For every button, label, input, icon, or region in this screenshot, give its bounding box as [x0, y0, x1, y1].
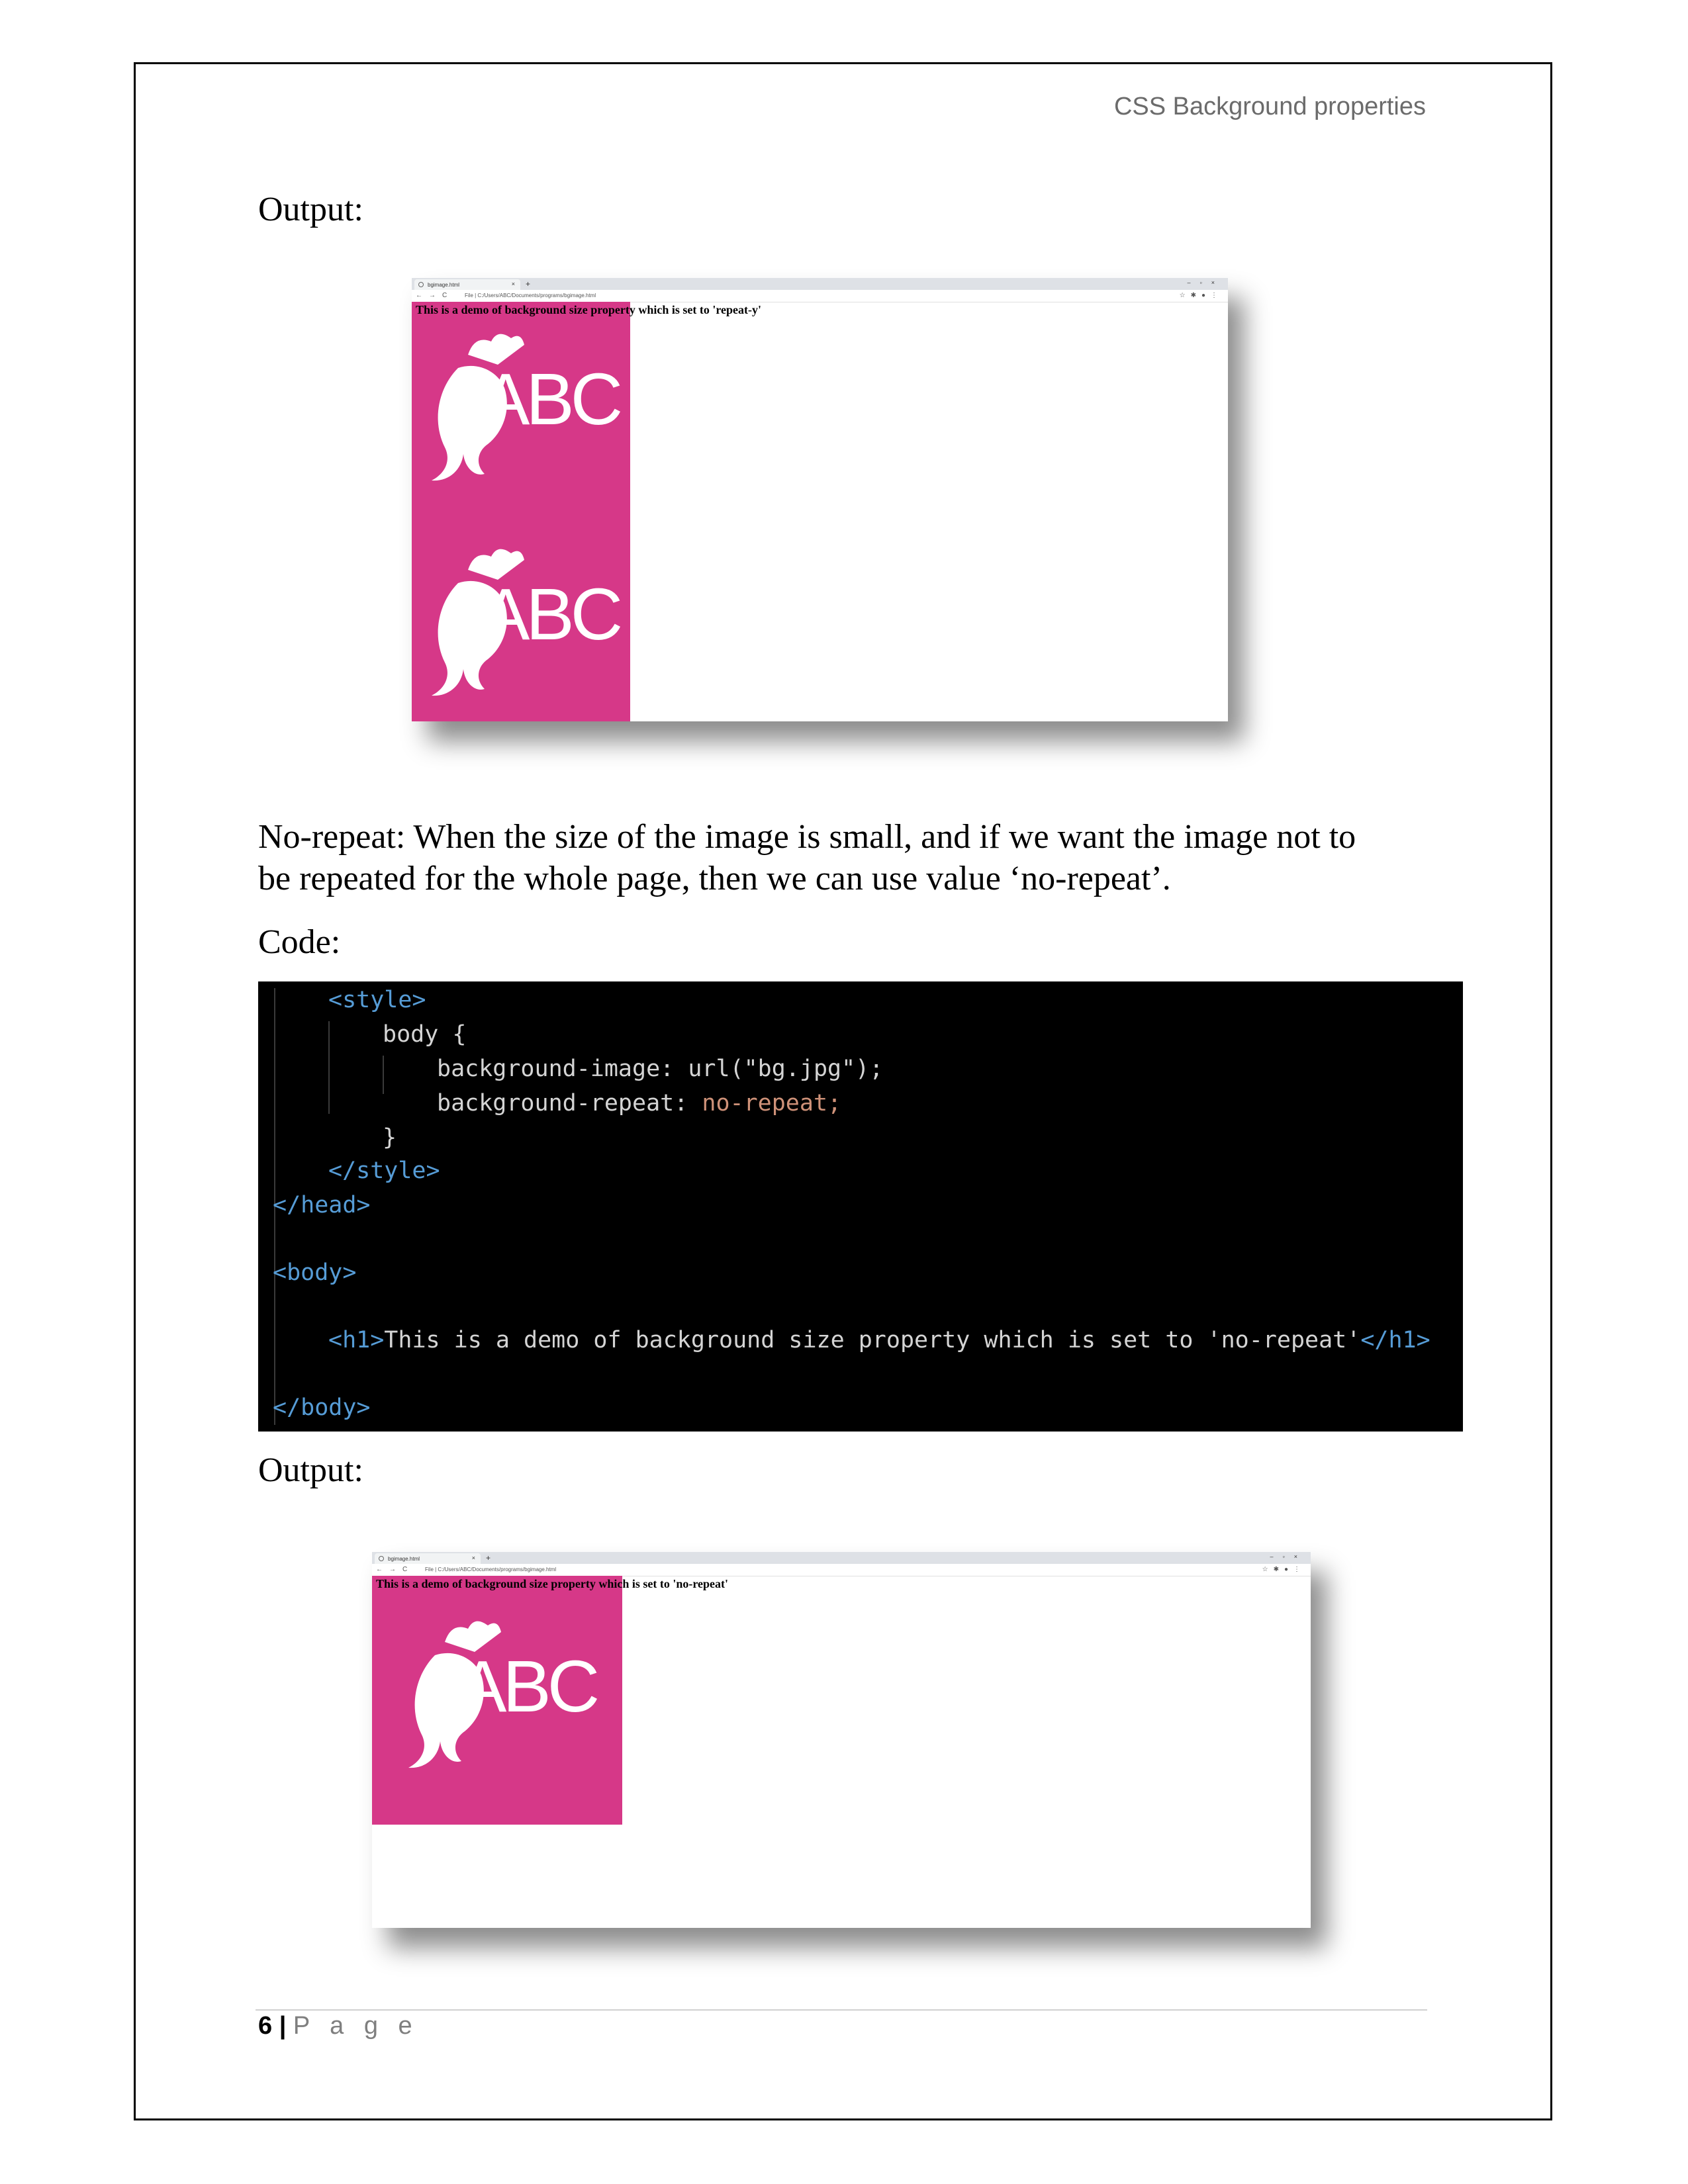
browser-content: ABC ABC This is a demo of background siz… — [412, 302, 1228, 721]
address-url: File | C:/Users/ABC/Documents/programs/b… — [465, 293, 596, 298]
plus-icon: + — [486, 1553, 491, 1563]
footer-separator: | — [279, 2012, 287, 2040]
address-bar: ←→C File | C:/Users/ABC/Documents/progra… — [372, 1564, 1311, 1576]
globe-icon — [418, 282, 424, 287]
svg-text:ABC: ABC — [481, 574, 621, 655]
repeated-background-image: ABC ABC — [412, 302, 630, 721]
browser-tab-bar: bgimage.html × + –▫× — [412, 278, 1228, 290]
browser-tab: bgimage.html × — [375, 1553, 481, 1564]
globe-icon — [379, 1556, 384, 1561]
code-line: } — [383, 1124, 397, 1151]
no-repeat-paragraph-line-2: be repeated for the whole page, then we … — [258, 860, 1171, 897]
toolbar-icons: ☆✱●⋮ — [1179, 292, 1223, 299]
code-line: <style> — [328, 987, 426, 1013]
demo-heading: This is a demo of background size proper… — [416, 303, 762, 316]
tab-title: bgimage.html — [388, 1555, 420, 1562]
code-line: </style> — [328, 1158, 440, 1184]
code-line: </body> — [273, 1394, 371, 1421]
tab-title: bgimage.html — [428, 281, 460, 288]
output-label-1: Output: — [258, 191, 363, 228]
close-icon: × — [471, 1555, 475, 1561]
demo-heading: This is a demo of background size proper… — [376, 1577, 729, 1590]
window-controls-icon: –▫× — [1270, 1553, 1307, 1560]
indent-guide — [383, 1056, 384, 1094]
elephant-logo-icon: ABC — [432, 334, 625, 481]
plus-icon: + — [526, 279, 531, 289]
page-footer: 6 | P a g e — [258, 2012, 419, 2040]
code-line: <body> — [273, 1259, 357, 1286]
elephant-logo-icon: ABC — [408, 1621, 602, 1768]
code-line: body { — [383, 1021, 467, 1048]
address-url: File | C:/Users/ABC/Documents/programs/b… — [425, 1567, 557, 1572]
output-label-2: Output: — [258, 1451, 363, 1489]
indent-guide — [328, 1021, 330, 1114]
browser-tab: bgimage.html × — [414, 279, 520, 290]
svg-text:ABC: ABC — [481, 359, 621, 440]
code-line: </head> — [273, 1192, 371, 1218]
svg-text:ABC: ABC — [458, 1646, 598, 1727]
code-line: <h1>This is a demo of background size pr… — [328, 1327, 1430, 1353]
code-block: <style> body { background-image: url("bg… — [258, 981, 1463, 1432]
browser-content: ABC This is a demo of background size pr… — [372, 1576, 1311, 1928]
nav-arrows-icon: ←→C — [416, 292, 454, 299]
close-icon: × — [511, 281, 515, 287]
window-controls-icon: –▫× — [1187, 279, 1224, 286]
elephant-logo-icon: ABC — [432, 549, 625, 696]
no-repeat-paragraph-line-1: No-repeat: When the size of the image is… — [258, 818, 1356, 856]
browser-screenshot-repeat-y: bgimage.html × + –▫× ←→C File | C:/Users… — [412, 278, 1228, 721]
browser-screenshot-no-repeat: bgimage.html × + –▫× ←→C File | C:/Users… — [372, 1552, 1311, 1928]
browser-tab-bar: bgimage.html × + –▫× — [372, 1552, 1311, 1564]
code-line: background-repeat: no-repeat; — [437, 1090, 842, 1116]
code-line: background-image: url("bg.jpg"); — [437, 1056, 884, 1082]
page-number: 6 — [258, 2012, 273, 2040]
single-background-image: ABC — [372, 1576, 622, 1825]
page-header-title: CSS Background properties — [1113, 93, 1426, 120]
nav-arrows-icon: ←→C — [376, 1566, 414, 1573]
code-label: Code: — [258, 923, 341, 961]
page-word: P a g e — [293, 2012, 419, 2040]
footer-divider — [256, 2009, 1427, 2011]
toolbar-icons: ☆✱●⋮ — [1262, 1566, 1305, 1573]
address-bar: ←→C File | C:/Users/ABC/Documents/progra… — [412, 290, 1228, 302]
